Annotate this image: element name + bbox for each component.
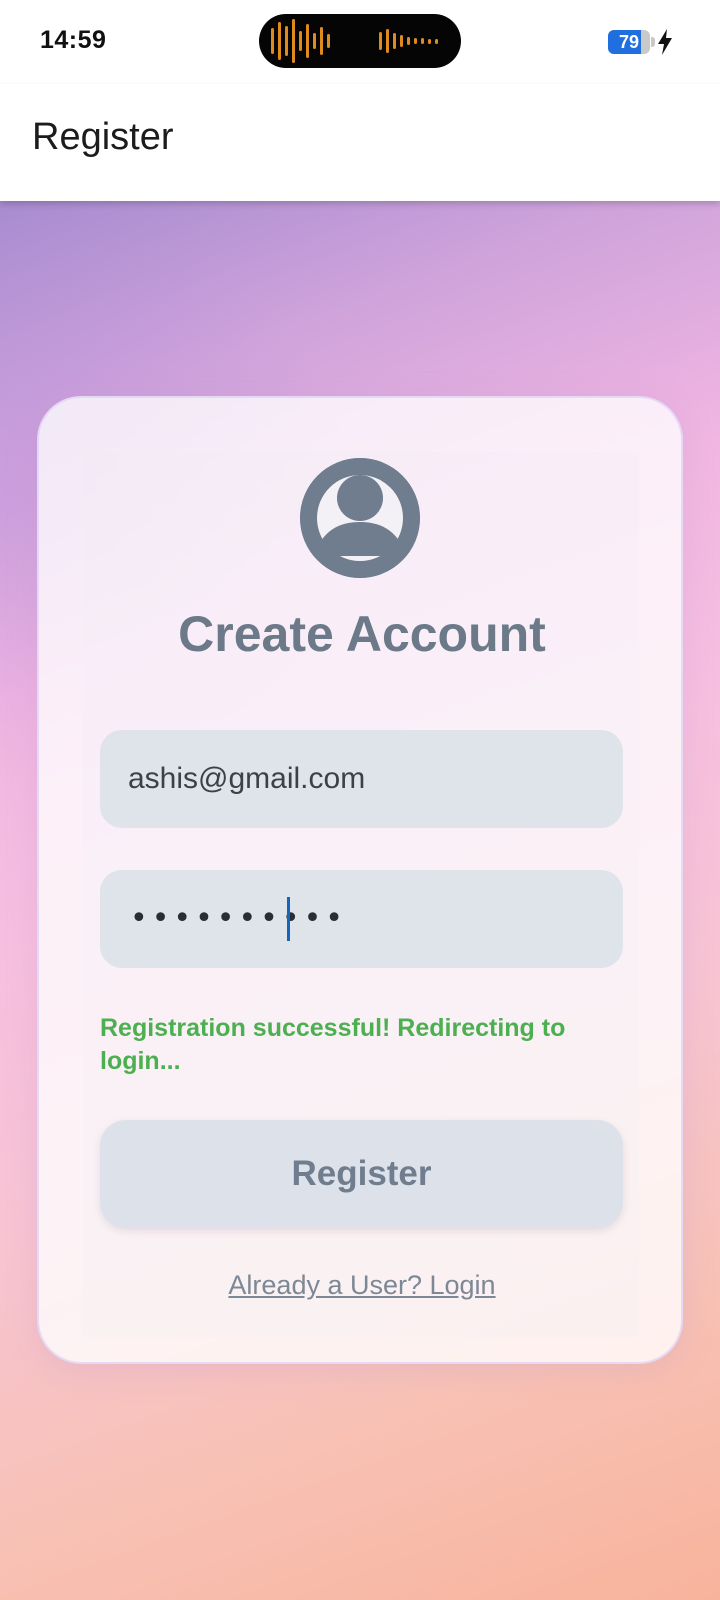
waveform-bar [414,38,417,44]
audio-waveform-icon [379,14,438,68]
text-cursor [287,897,290,941]
status-time: 14:59 [40,26,107,54]
waveform-bar [299,31,302,51]
waveform-bar [278,22,281,60]
waveform-bar [306,24,309,58]
battery-icon: 79 [608,30,655,54]
battery-level: 79 [618,32,640,52]
register-card: Create Account •••••••••• Registration s… [37,396,683,1364]
register-button[interactable]: Register [100,1120,623,1228]
waveform-bar [327,34,330,48]
dynamic-island [259,14,461,68]
waveform-bar [421,38,424,44]
waveform-bar [400,35,403,47]
waveform-bar [271,28,274,54]
status-bar: 14:59 79 [0,0,720,84]
card-title: Create Account [178,606,546,662]
email-field[interactable] [100,730,623,828]
waveform-bar [428,38,431,44]
account-circle-icon [300,458,420,578]
password-field[interactable]: •••••••••• [100,870,623,968]
lightning-bolt-icon [658,29,672,55]
audio-waveform-icon [271,14,330,68]
success-message: Registration successful! Redirecting to … [100,1014,566,1075]
app-bar: Register [0,84,720,201]
waveform-bar [407,37,410,45]
waveform-bar [285,26,288,56]
waveform-bar [320,27,323,55]
page-title: Register [32,116,174,158]
waveform-bar [393,33,396,49]
email-input[interactable] [128,730,598,828]
password-input[interactable]: •••••••••• [130,870,347,968]
login-link[interactable]: Already a User? Login [39,1270,685,1301]
waveform-bar [313,33,316,49]
waveform-bar [435,38,438,44]
waveform-bar [379,32,382,50]
waveform-bar [292,19,295,63]
waveform-bar [386,29,389,53]
